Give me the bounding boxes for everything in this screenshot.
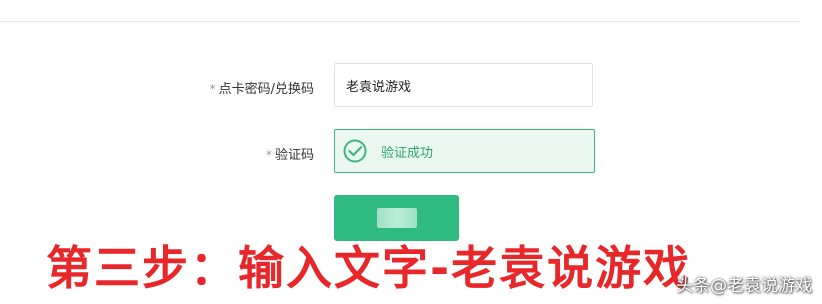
check-circle-icon — [343, 139, 367, 163]
captcha-verify-box[interactable]: 验证成功 — [334, 129, 595, 173]
captcha-status-text: 验证成功 — [381, 145, 434, 161]
required-mark: * — [209, 82, 216, 96]
card-password-input[interactable] — [334, 63, 593, 107]
step-caption: 第三步：输入文字-老袁说游戏 — [46, 241, 692, 295]
captcha-label-text: 验证码 — [274, 148, 314, 163]
captcha-label: * 验证码 — [266, 144, 314, 163]
card-password-label-text: 点卡密码/兑换码 — [218, 82, 314, 97]
submit-button-label — [376, 208, 417, 228]
card-password-label: * 点卡密码/兑换码 — [210, 78, 314, 97]
top-divider — [0, 21, 800, 22]
watermark: 头条@老袁说游戏 — [676, 276, 812, 296]
required-mark: * — [265, 148, 272, 162]
